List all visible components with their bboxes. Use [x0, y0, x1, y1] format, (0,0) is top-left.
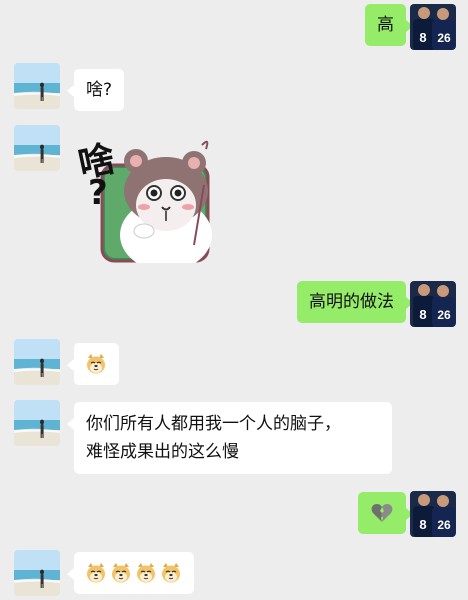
message-text: 高 [377, 15, 394, 35]
message-bubble[interactable]: 啥? [66, 69, 125, 111]
message-bubble[interactable] [67, 343, 119, 385]
message-text: 啥? [86, 80, 113, 100]
jersey-number: 26 [437, 518, 451, 532]
message-bubble[interactable]: 高 [365, 4, 413, 46]
doge-emoji [84, 561, 108, 585]
message-bubble[interactable]: 高明的做法 [297, 281, 413, 323]
message-text: 高明的做法 [309, 292, 394, 312]
avatar[interactable]: 8 26 [410, 491, 456, 537]
jersey-number: 8 [419, 517, 426, 532]
message-bubble[interactable] [67, 552, 194, 594]
jersey-number: 8 [419, 30, 426, 45]
avatar[interactable] [14, 339, 60, 385]
broken-heart-icon [370, 501, 394, 525]
message-bubble[interactable] [358, 492, 413, 534]
message-bubble[interactable]: 你们所有人都用我一个人的脑子， 难怪成果出的这么慢 [67, 402, 392, 474]
doge-emoji [84, 352, 108, 376]
avatar[interactable] [14, 400, 60, 446]
sticker-question-mark: ? [88, 173, 108, 213]
avatar[interactable] [14, 550, 60, 596]
doge-emoji [159, 561, 183, 585]
hamster-what-sticker[interactable]: 啥 ? [74, 127, 214, 271]
doge-emoji [134, 561, 158, 585]
jersey-number: 26 [437, 31, 451, 45]
avatar[interactable]: 8 26 [410, 4, 456, 50]
avatar[interactable] [14, 63, 60, 109]
message-text-line: 难怪成果出的这么慢 [86, 442, 239, 462]
avatar[interactable] [14, 125, 60, 171]
avatar[interactable]: 8 26 [410, 281, 456, 327]
message-text-line: 你们所有人都用我一个人的脑子， [86, 414, 341, 434]
jersey-number: 8 [419, 307, 426, 322]
doge-emoji [109, 561, 133, 585]
jersey-number: 26 [437, 308, 451, 322]
